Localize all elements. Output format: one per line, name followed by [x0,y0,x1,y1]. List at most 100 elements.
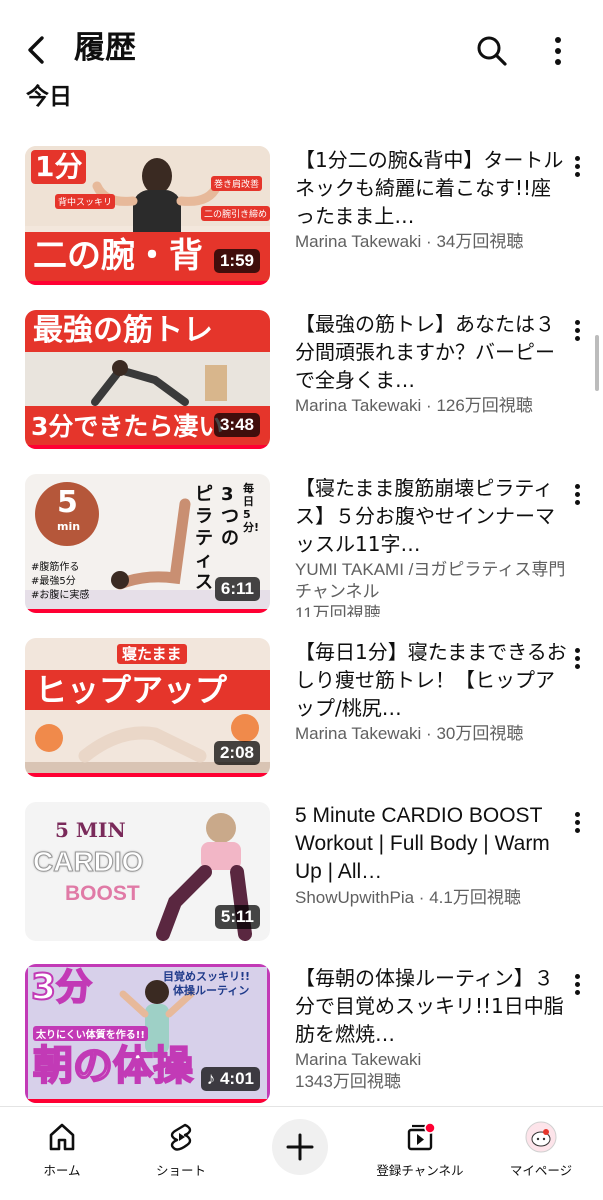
video-title[interactable]: 【1分二の腕&背中】タートルネックも綺麗に着こなす!!座ったまま上… [295,146,567,230]
subscriptions-icon [407,1122,436,1151]
home-icon [49,1123,75,1151]
more-vert-icon[interactable] [546,34,570,68]
music-note-icon: ♪ [206,1069,220,1088]
thumb-caption: 3分できたら凄い [31,412,224,441]
video-thumbnail[interactable]: 5 min 毎日5分! 3つの ピラティス #腹筋作る #最強5分 #お腹に実感… [25,474,270,613]
nav-label: ホーム [43,1163,81,1178]
duration-badge: 3:48 [213,413,260,437]
section-heading-today: 今日 [26,84,72,110]
video-thumbnail[interactable]: 3分 目覚めスッキリ!! 体操ルーティン 太りにくい体質を作る!! 朝の体操 ♪… [25,964,270,1103]
thumb-caption: #お腹に実感 [31,590,90,601]
video-item[interactable]: 1分 二の腕・背 背中スッキリ 巻き肩改善 二の腕引き締め 1:59 【1分二の… [0,146,603,286]
video-more-icon[interactable] [568,808,588,838]
video-item[interactable]: 最強の筋トレ 3分できたら凄い 3:48 【最強の筋トレ】あなたは３分間頑張れま… [0,310,603,450]
video-info[interactable]: 【1分二の腕&背中】タートルネックも綺麗に着こなす!!座ったまま上… Marin… [295,146,567,253]
duration-badge: 2:08 [213,741,260,765]
video-title[interactable]: 【毎朝の体操ルーティン】３分で目覚めスッキリ!!1日中脂肪を燃焼… [295,964,567,1048]
meta-separator: · [426,396,432,415]
thumb-caption: ヒップアップ [35,671,228,709]
watch-progress-bar [25,937,270,941]
thumb-caption: 朝の体操 [32,1042,194,1090]
watch-progress-bar [25,281,270,285]
channel-name: YUMI TAKAMI /ヨガピラティス専門チャンネル [295,560,566,601]
nav-item-home[interactable]: ホーム [7,1121,117,1191]
meta-separator: · [426,724,432,743]
duration-badge: 6:11 [214,577,260,601]
page-title: 履歴 [74,30,136,66]
meta-separator: · [418,888,425,907]
video-thumbnail[interactable]: 寝たまま ヒップアップ 2:08 [25,638,270,777]
video-title[interactable]: 5 Minute CARDIO BOOST Workout | Full Bod… [295,802,567,886]
video-more-icon[interactable] [568,152,588,182]
thumb-caption: ピラティス [195,484,213,593]
video-thumbnail[interactable]: 1分 二の腕・背 背中スッキリ 巻き肩改善 二の腕引き締め 1:59 [25,146,270,285]
video-more-icon[interactable] [568,970,588,1000]
video-thumbnail[interactable]: 最強の筋トレ 3分できたら凄い 3:48 [25,310,270,449]
nav-label: マイページ [509,1163,573,1178]
avatar-icon [525,1121,557,1153]
create-button[interactable] [272,1119,328,1175]
meta-separator: · [426,232,432,251]
video-title[interactable]: 【毎日1分】寝たままできるおしり痩せ筋トレ！【ヒップアップ/桃尻… [295,638,567,722]
nav-label: 登録チャンネル [376,1163,464,1178]
view-count: 34万回視聴 [436,232,524,251]
video-meta: Marina Takewaki · 126万回視聴 [295,395,567,417]
video-item[interactable]: 5 min 毎日5分! 3つの ピラティス #腹筋作る #最強5分 #お腹に実感… [0,474,603,617]
thumb-caption: 巻き肩改善 [211,176,263,191]
video-more-icon[interactable] [568,644,588,674]
thumb-caption: 毎日5分! [243,482,260,534]
video-info[interactable]: 【寝たまま腹筋崩壊ピラティス】５分お腹やせインナーマッスル11字… YUMI T… [295,474,567,617]
create-plus-icon [286,1133,314,1161]
duration-text: 4:01 [219,1069,254,1088]
video-thumbnail[interactable]: 5 MIN CARDIO BOOST 5:11 [25,802,270,941]
watch-progress-bar [25,445,270,449]
shorts-icon [170,1123,192,1151]
video-meta: ShowUpwithPia · 4.1万回視聴 [295,887,567,909]
duration-badge: 5:11 [214,905,260,929]
channel-name: Marina Takewaki [295,232,422,251]
video-meta: Marina Takewaki · 34万回視聴 [295,231,567,253]
top-app-bar: 履歴 [0,0,603,80]
history-list: 1分 二の腕・背 背中スッキリ 巻き肩改善 二の腕引き締め 1:59 【1分二の… [0,146,603,1104]
nav-item-subscriptions[interactable]: 登録チャンネル [365,1121,475,1191]
nav-label: ショート [155,1163,206,1178]
nav-item-shorts[interactable]: ショート [126,1121,236,1191]
channel-name: Marina Takewaki [295,724,422,743]
scrollbar[interactable] [595,335,599,391]
video-title[interactable]: 【最強の筋トレ】あなたは３分間頑張れますか？バーピーで全身くま… [295,310,567,394]
watch-progress-bar [25,609,270,613]
thumb-caption: #腹筋作る [31,562,80,573]
video-more-icon[interactable] [568,316,588,346]
view-count: 126万回視聴 [436,396,533,415]
video-item[interactable]: 寝たまま ヒップアップ 2:08 【毎日1分】寝たままできるおしり痩せ筋トレ！【… [0,638,603,778]
video-info[interactable]: 【毎朝の体操ルーティン】３分で目覚めスッキリ!!1日中脂肪を燃焼… Marina… [295,964,567,1093]
watch-progress-bar [25,1099,270,1103]
view-count: 11万回視聴 [295,604,381,617]
nav-item-my-page[interactable]: マイページ [486,1121,596,1191]
thumb-caption: CARDIO [32,846,144,878]
duration-badge: ♪ 4:01 [200,1067,260,1091]
watch-progress-bar [25,773,270,777]
duration-badge: 1:59 [213,249,260,273]
thumb-caption: #最強5分 [31,576,76,587]
thumb-caption: 太りにくい体質を作る!! [33,1026,148,1041]
back-arrow-icon[interactable] [22,32,52,68]
channel-name: Marina Takewaki [295,1050,422,1069]
thumb-caption: 5 [57,485,78,520]
search-icon[interactable] [474,33,510,69]
video-item[interactable]: 5 MIN CARDIO BOOST 5:11 5 Minute CARDIO … [0,802,603,942]
channel-name: Marina Takewaki [295,396,422,415]
video-info[interactable]: 【最強の筋トレ】あなたは３分間頑張れますか？バーピーで全身くま… Marina … [295,310,567,417]
view-count: 4.1万回視聴 [429,888,521,907]
video-info[interactable]: 【毎日1分】寝たままできるおしり痩せ筋トレ！【ヒップアップ/桃尻… Marina… [295,638,567,745]
video-info[interactable]: 5 Minute CARDIO BOOST Workout | Full Bod… [295,802,567,909]
thumb-caption: 寝たまま [117,644,187,664]
video-item[interactable]: 3分 目覚めスッキリ!! 体操ルーティン 太りにくい体質を作る!! 朝の体操 ♪… [0,964,603,1104]
channel-name: ShowUpwithPia [295,888,415,907]
bottom-navigation: ホーム ショート 登録チャンネル マイページ [0,1106,603,1200]
view-count: 30万回視聴 [436,724,524,743]
thumb-caption: 1分 [31,150,87,184]
video-more-icon[interactable] [568,480,588,510]
thumb-caption: 3つの [221,484,239,549]
video-title[interactable]: 【寝たまま腹筋崩壊ピラティス】５分お腹やせインナーマッスル11字… [295,474,567,558]
